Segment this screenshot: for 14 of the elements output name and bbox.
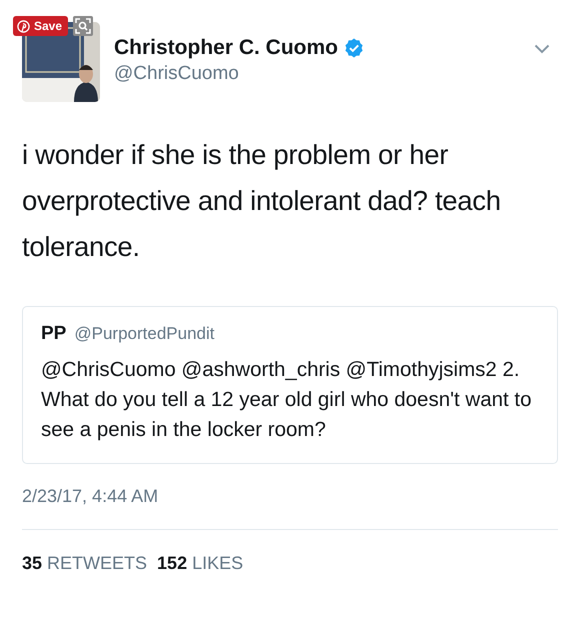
quoted-tweet-text: @ChrisCuomo @ashworth_chris @Timothyjsims2 2. What do you tell a 12 year old girl who doesn't want to see a penis in the locker room? xyxy=(41,357,532,443)
author-handle[interactable]: @ChrisCuomo xyxy=(114,63,520,85)
chevron-down-icon[interactable] xyxy=(534,44,550,54)
quoted-author-handle: @PurportedPundit xyxy=(74,324,214,344)
quoted-author-name: PP xyxy=(41,323,66,345)
tweet-text: i wonder if she is the problem or her overprotective and intolerant dad? teach tolerance. xyxy=(22,138,502,264)
search-icon[interactable] xyxy=(73,16,94,36)
save-button[interactable]: Save xyxy=(13,16,68,36)
stat-count[interactable]: 35 RETWEETS xyxy=(22,553,148,574)
stat-count[interactable]: 152 LIKES xyxy=(157,553,244,574)
author-name: Christopher C. Cuomo xyxy=(114,36,338,60)
pin-icon xyxy=(17,20,30,32)
quoted-tweet[interactable]: PP @PurportedPundit @ChrisCuomo @ashworth_chris @Timothyjsims2 2. What do you tell a 12 year old girl who doesn't want to see a penis in the locker room? xyxy=(22,306,558,464)
timestamp[interactable]: 2/23/17, 4:44 AM xyxy=(22,486,558,507)
